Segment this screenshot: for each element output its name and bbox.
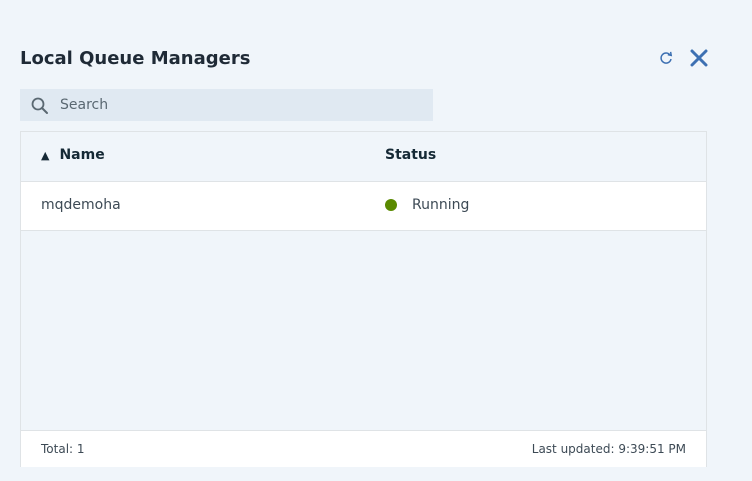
last-updated: Last updated: 9:39:51 PM xyxy=(531,442,686,456)
queue-manager-name: mqdemoha xyxy=(41,197,121,213)
refresh-icon xyxy=(660,51,673,64)
close-icon xyxy=(690,49,708,67)
column-header-status[interactable]: Status xyxy=(385,147,436,163)
table-row[interactable]: mqdemoha Running xyxy=(21,182,706,231)
refresh-button[interactable] xyxy=(654,46,678,70)
search-input[interactable] xyxy=(60,89,420,121)
queue-managers-panel: Local Queue Managers ▲ Name Status mqdem… xyxy=(0,0,752,481)
status-label: Running xyxy=(412,197,470,213)
column-header-name[interactable]: ▲ Name xyxy=(41,147,105,163)
close-button[interactable] xyxy=(686,45,712,71)
total-count: Total: 1 xyxy=(41,442,85,456)
search-box[interactable] xyxy=(20,89,433,121)
table-footer: Total: 1 Last updated: 9:39:51 PM xyxy=(21,430,706,467)
queue-managers-table: ▲ Name Status mqdemoha Running Total: 1 … xyxy=(20,131,707,467)
column-header-name-label: Name xyxy=(59,147,105,163)
sort-ascending-icon: ▲ xyxy=(41,148,50,162)
search-icon xyxy=(31,97,48,114)
panel-title: Local Queue Managers xyxy=(20,48,251,69)
queue-manager-status: Running xyxy=(385,197,469,213)
table-header: ▲ Name Status xyxy=(21,132,706,182)
status-running-icon xyxy=(385,199,397,211)
